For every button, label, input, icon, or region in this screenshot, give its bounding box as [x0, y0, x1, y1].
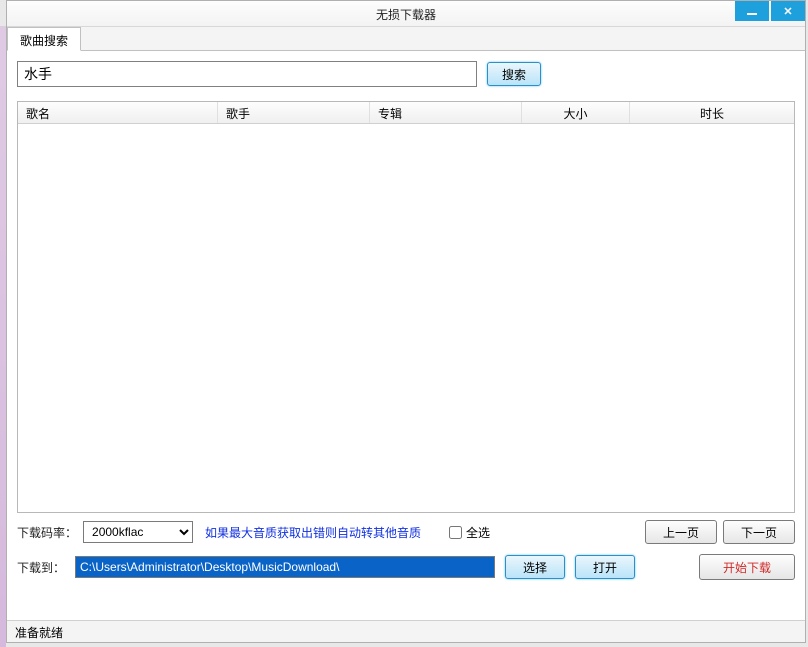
statusbar: 准备就绪 — [7, 620, 805, 642]
search-row: 搜索 — [17, 61, 795, 87]
content-area: 搜索 歌名 歌手 专辑 大小 时长 下载码率： 2000kflac 如果最大音质… — [7, 51, 805, 581]
choose-path-button[interactable]: 选择 — [505, 555, 565, 579]
next-page-button[interactable]: 下一页 — [723, 520, 795, 544]
close-button[interactable] — [771, 1, 805, 21]
list-body[interactable] — [18, 124, 794, 512]
status-text: 准备就绪 — [15, 626, 63, 640]
search-button[interactable]: 搜索 — [487, 62, 541, 86]
search-input[interactable] — [17, 61, 477, 87]
open-path-button[interactable]: 打开 — [575, 555, 635, 579]
select-all-label: 全选 — [466, 524, 490, 541]
titlebar[interactable]: 无损下载器 — [7, 1, 805, 27]
bitrate-label: 下载码率： — [17, 524, 77, 541]
col-size[interactable]: 大小 — [522, 102, 630, 123]
start-download-button[interactable]: 开始下载 — [699, 554, 795, 580]
col-singer[interactable]: 歌手 — [218, 102, 370, 123]
main-window: 无损下载器 歌曲搜索 搜索 歌名 歌手 专辑 大小 时长 下载码率： 2 — [6, 0, 806, 643]
tabstrip: 歌曲搜索 — [7, 27, 805, 51]
list-header: 歌名 歌手 专辑 大小 时长 — [18, 102, 794, 124]
col-songname[interactable]: 歌名 — [18, 102, 218, 123]
download-row: 下载到： 选择 打开 开始下载 — [17, 553, 795, 581]
window-controls — [733, 1, 805, 21]
download-path-input[interactable] — [75, 556, 495, 578]
tab-song-search[interactable]: 歌曲搜索 — [7, 27, 81, 51]
options-row: 下载码率： 2000kflac 如果最大音质获取出错则自动转其他音质 全选 上一… — [17, 519, 795, 545]
prev-page-button[interactable]: 上一页 — [645, 520, 717, 544]
bitrate-hint: 如果最大音质获取出错则自动转其他音质 — [205, 524, 421, 541]
col-duration[interactable]: 时长 — [630, 102, 794, 123]
download-to-label: 下载到： — [17, 559, 65, 576]
window-title: 无损下载器 — [376, 6, 436, 23]
minimize-button[interactable] — [735, 1, 769, 21]
bitrate-select[interactable]: 2000kflac — [83, 521, 193, 543]
col-album[interactable]: 专辑 — [370, 102, 522, 123]
select-all-checkbox[interactable] — [449, 526, 462, 539]
results-list: 歌名 歌手 专辑 大小 时长 — [17, 101, 795, 513]
select-all-wrap[interactable]: 全选 — [449, 524, 490, 541]
